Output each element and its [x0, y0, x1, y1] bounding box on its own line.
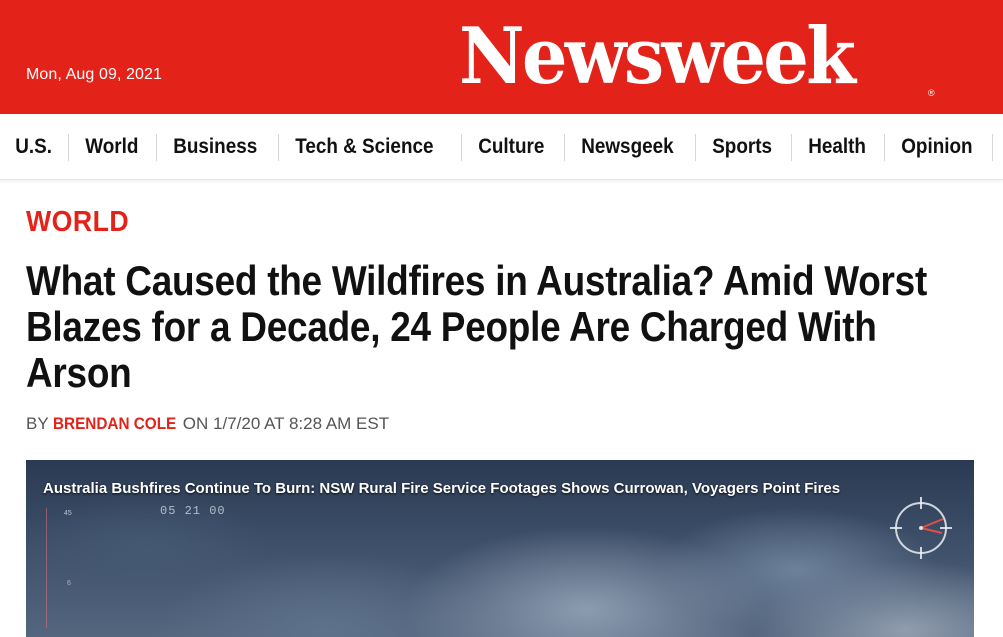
byline: BY BRENDAN COLE ON 1/7/20 AT 8:28 AM EST [26, 414, 389, 434]
compass-icon [890, 497, 952, 559]
video-timestamp: 05 21 00 [160, 504, 226, 518]
nav-item-label: World [85, 135, 139, 158]
nav-item-culture[interactable]: Culture [462, 114, 561, 179]
nav-item-label: Business [173, 135, 258, 158]
video-title[interactable]: Australia Bushfires Continue To Burn: NS… [43, 480, 840, 497]
nav-item-label: Tech & Science [295, 135, 434, 158]
altitude-scale [46, 508, 47, 628]
author-link[interactable]: BRENDAN COLE [53, 414, 176, 434]
site-header: Mon, Aug 09, 2021 Newsweek ® [0, 0, 1003, 114]
nav-item-label: Sports [712, 135, 773, 158]
registered-mark: ® [928, 88, 935, 98]
nav-item-label: Health [807, 135, 866, 158]
byline-prefix: BY [26, 414, 49, 433]
video-player[interactable]: 45 6 05 21 00 Australia Bushfires Contin… [26, 460, 974, 637]
altitude-label: 45 [64, 510, 72, 517]
nav-item-health[interactable]: Health [792, 114, 882, 179]
newsweek-logo[interactable]: Newsweek [459, 12, 856, 102]
nav-item-sports[interactable]: Sports [696, 114, 788, 179]
nav-item-newsgeek[interactable]: Newsgeek [565, 114, 690, 179]
scale-tick-label: 6 [67, 580, 71, 587]
current-date: Mon, Aug 09, 2021 [26, 66, 163, 83]
nav-item-label: Culture [478, 135, 545, 158]
section-label[interactable]: WORLD [26, 206, 129, 239]
nav-item-world[interactable]: World [69, 114, 155, 179]
article-headline: What Caused the Wildfires in Australia? … [26, 257, 927, 396]
nav-item-tech-science[interactable]: Tech & Science [279, 114, 450, 179]
nav-item-us[interactable]: U.S. [0, 114, 68, 179]
nav-divider [992, 133, 994, 161]
nav-item-label: U.S. [15, 135, 52, 158]
byline-date: ON 1/7/20 AT 8:28 AM EST [182, 414, 390, 433]
nav-item-business[interactable]: Business [157, 114, 273, 179]
nav-list: U.S. World Business Tech & Science Cultu… [0, 114, 994, 179]
nav-item-label: Newsgeek [580, 135, 674, 158]
nav-item-label: Opinion [901, 135, 973, 158]
nav-item-opinion[interactable]: Opinion [885, 114, 989, 179]
main-nav: U.S. World Business Tech & Science Cultu… [0, 114, 1003, 180]
